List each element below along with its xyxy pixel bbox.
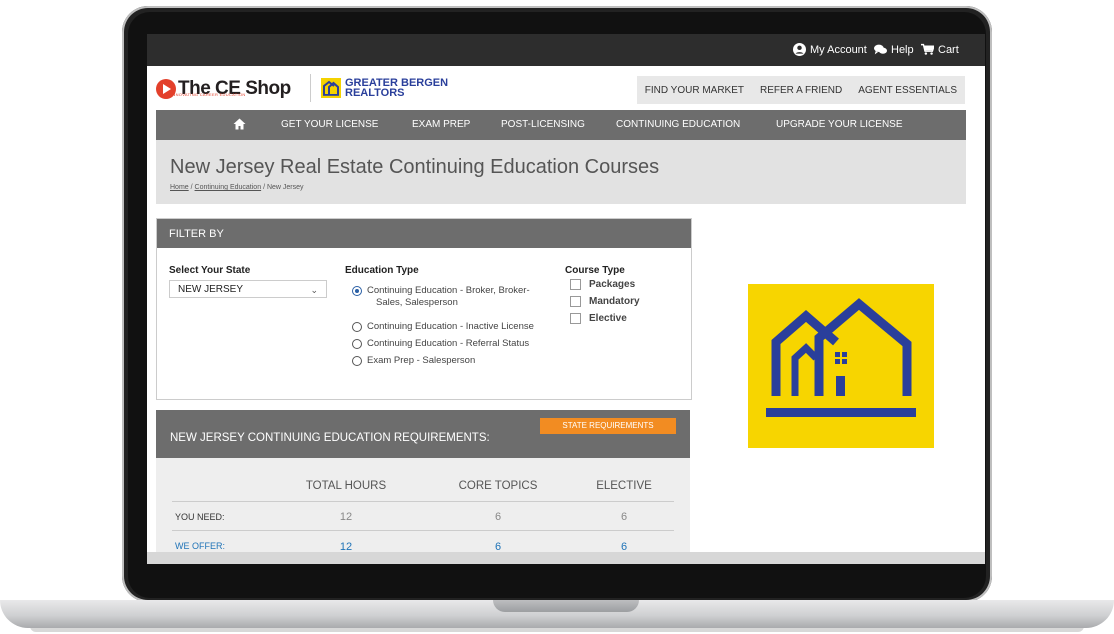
chevron-down-icon: ⌄ [310, 285, 318, 295]
partner-name-line2: REALTORS [345, 87, 405, 99]
cell-value: 6 [620, 511, 628, 523]
course-option-label: Elective [589, 313, 627, 324]
account-icon [793, 43, 806, 56]
education-option-referral[interactable]: Continuing Education - Referral Status [352, 338, 529, 349]
requirements-panel: NEW JERSEY CONTINUING EDUCATION REQUIREM… [156, 410, 690, 564]
education-option-label: Continuing Education - Inactive License [367, 321, 534, 332]
cart-label: Cart [938, 43, 959, 56]
page-title: New Jersey Real Estate Continuing Educat… [170, 156, 660, 178]
horizontal-scrollbar[interactable] [147, 552, 985, 564]
table-divider [172, 530, 674, 531]
greater-bergen-logo[interactable]: GREATER BERGEN REALTORS [321, 78, 448, 99]
filter-panel: FILTER BY Select Your State NEW JERSEY ⌄… [156, 218, 692, 400]
state-label: Select Your State [169, 265, 251, 276]
cart-link[interactable]: Cart [921, 43, 959, 56]
my-account-link[interactable]: My Account [793, 43, 867, 56]
row-label-you-need: YOU NEED: [175, 512, 225, 522]
course-option-label: Packages [589, 279, 636, 290]
house-logo-icon [766, 298, 916, 417]
breadcrumb-home[interactable]: Home [170, 184, 189, 191]
course-option-label: Mandatory [589, 296, 640, 307]
radio[interactable] [352, 356, 362, 366]
education-option-exam-prep[interactable]: Exam Prep - Salesperson [352, 355, 475, 366]
utility-bar: My Account Help Cart [147, 34, 985, 66]
breadcrumb-separator: / [190, 184, 193, 191]
refer-a-friend-link[interactable]: REFER A FRIEND [752, 85, 850, 96]
course-option-elective[interactable]: Elective [570, 313, 627, 324]
state-select[interactable]: NEW JERSEY ⌄ [169, 280, 327, 298]
requirements-header: NEW JERSEY CONTINUING EDUCATION REQUIREM… [156, 410, 690, 458]
greater-bergen-large-logo [748, 284, 934, 448]
radio-selected[interactable] [352, 286, 362, 296]
education-option-broker[interactable]: Continuing Education - Broker, Broker- S… [352, 285, 530, 309]
filter-heading: FILTER BY [157, 219, 691, 248]
education-option-label: Exam Prep - Salesperson [367, 355, 476, 366]
cell-value: 12 [339, 511, 353, 523]
checkbox[interactable] [570, 313, 581, 324]
house-logo-icon [321, 78, 341, 98]
column-header-total-hours: TOTAL HOURS [305, 480, 387, 492]
nav-get-your-license[interactable]: GET YOUR LICENSE [281, 119, 378, 130]
main-nav: GET YOUR LICENSE EXAM PREP POST-LICENSIN… [156, 110, 966, 140]
agent-essentials-link[interactable]: AGENT ESSENTIALS [850, 85, 965, 96]
education-option-label-cont: Sales, Salesperson [376, 297, 458, 308]
education-option-label: Continuing Education - Broker, Broker- [367, 285, 530, 296]
requirements-title: NEW JERSEY CONTINUING EDUCATION REQUIREM… [170, 432, 490, 444]
breadcrumb-current: New Jersey [266, 184, 304, 191]
state-select-value: NEW JERSEY [178, 284, 244, 295]
nav-continuing-education[interactable]: CONTINUING EDUCATION [616, 119, 740, 130]
home-icon[interactable] [233, 118, 246, 130]
my-account-label: My Account [810, 43, 867, 56]
chat-bubbles-icon [874, 44, 887, 55]
breadcrumb-separator: / [263, 184, 266, 191]
column-header-elective: ELECTIVE [596, 480, 652, 492]
checkbox[interactable] [570, 279, 581, 290]
radio[interactable] [352, 322, 362, 332]
requirements-table: TOTAL HOURS CORE TOPICS ELECTIVE YOU NEE… [156, 458, 690, 564]
row-label-we-offer: WE OFFER: [175, 541, 225, 551]
nav-post-licensing[interactable]: POST-LICENSING [501, 119, 585, 130]
course-option-packages[interactable]: Packages [570, 279, 635, 290]
table-divider [172, 501, 674, 502]
education-option-inactive[interactable]: Continuing Education - Inactive License [352, 321, 534, 332]
breadcrumb-continuing-education[interactable]: Continuing Education [195, 184, 262, 191]
find-your-market-link[interactable]: FIND YOUR MARKET [637, 85, 752, 96]
page-title-bar: New Jersey Real Estate Continuing Educat… [156, 140, 966, 204]
logo-divider [310, 74, 311, 102]
radio[interactable] [352, 339, 362, 349]
ce-shop-tagline: INNOVATING CAREER EDUCATION [171, 92, 246, 97]
education-option-label: Continuing Education - Referral Status [367, 338, 530, 349]
help-label: Help [891, 43, 914, 56]
site-header: The CE Shop INNOVATING CAREER EDUCATION … [147, 66, 985, 110]
course-option-mandatory[interactable]: Mandatory [570, 296, 640, 307]
help-link[interactable]: Help [874, 43, 914, 56]
checkbox[interactable] [570, 296, 581, 307]
nav-upgrade-your-license[interactable]: UPGRADE YOUR LICENSE [776, 119, 903, 130]
laptop-notch [493, 600, 639, 612]
course-type-label: Course Type [565, 265, 625, 276]
education-type-label: Education Type [345, 265, 419, 276]
browser-screen: My Account Help Cart The CE Shop INNOVAT… [147, 34, 985, 564]
header-links: FIND YOUR MARKET REFER A FRIEND AGENT ES… [636, 76, 965, 104]
cart-icon [921, 43, 934, 55]
breadcrumb: Home / Continuing Education / New Jersey [170, 184, 304, 191]
column-header-core-topics: CORE TOPICS [458, 480, 538, 492]
state-requirements-button[interactable]: STATE REQUIREMENTS [540, 418, 676, 434]
cell-value: 6 [494, 511, 502, 523]
nav-exam-prep[interactable]: EXAM PREP [412, 119, 470, 130]
